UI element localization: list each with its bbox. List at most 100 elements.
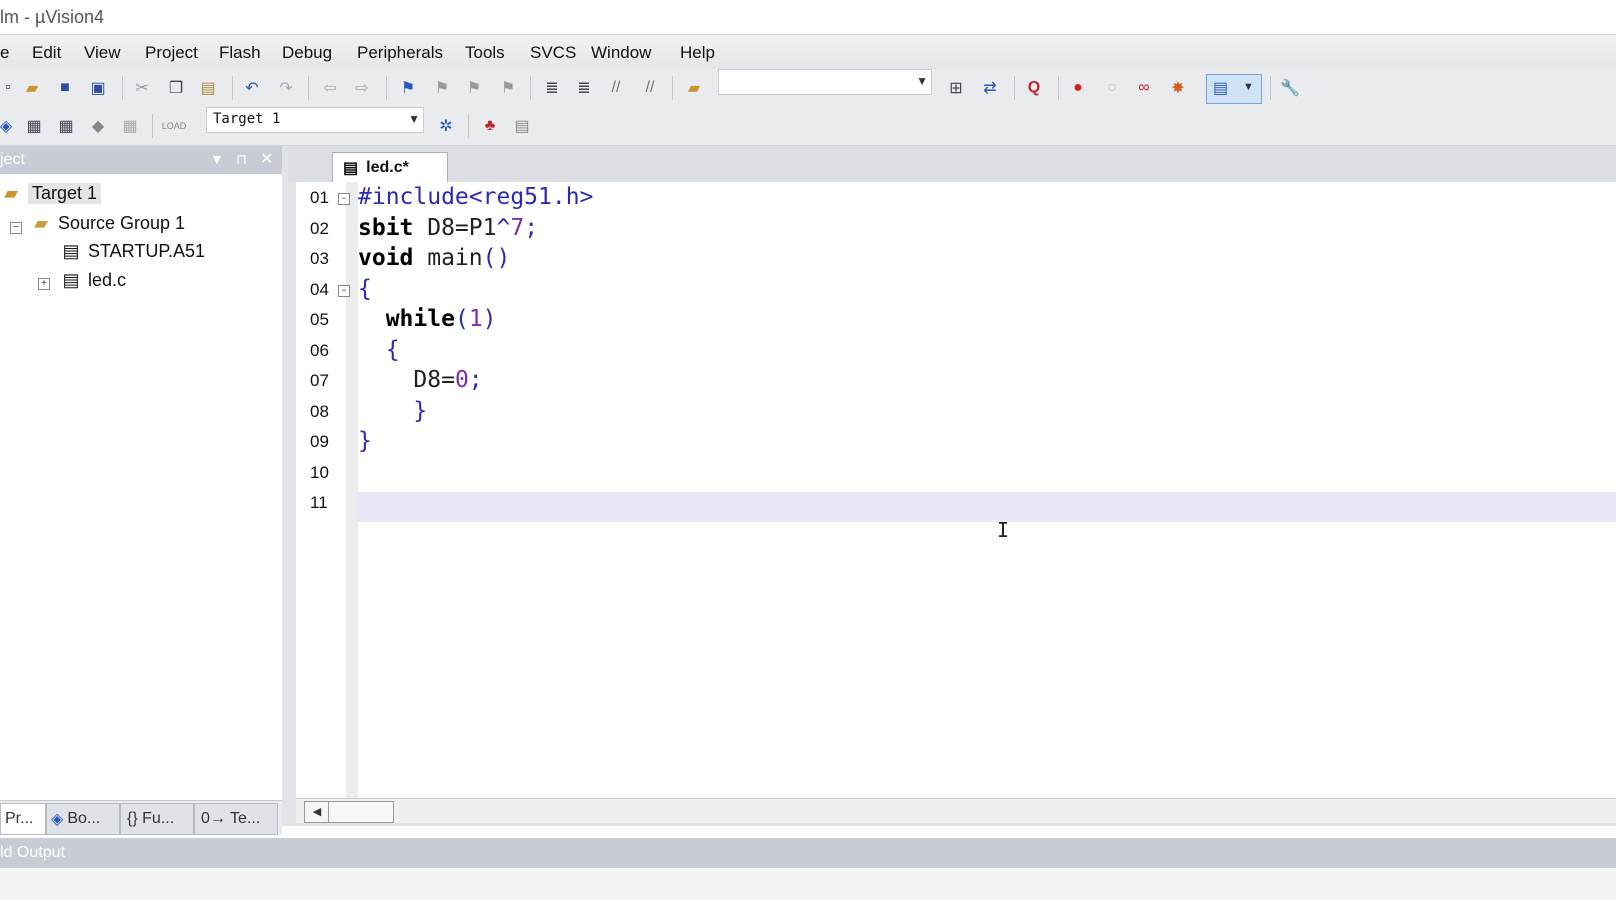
line-number: 03 [310, 249, 329, 268]
build-toolbar: ◈ ▦ ▦ ◆ ▦ LOAD Target 1 ▼ ✲ ♣ ▤ [0, 107, 1616, 146]
indent-icon[interactable]: ≣ [540, 76, 564, 100]
tree-item-group[interactable]: ▰ Source Group 1 [30, 210, 185, 236]
editor-tab-label: led.c* [366, 159, 409, 176]
tab-books[interactable]: ◈ Bo... [46, 803, 120, 835]
code-token: } [358, 428, 372, 454]
toolbar-separator [1058, 76, 1059, 100]
unindent-icon[interactable]: ≣ [572, 76, 596, 100]
nav-back-icon[interactable]: ⇦ [318, 76, 342, 100]
menu-view[interactable]: View [84, 43, 121, 63]
file-icon: ▤ [62, 269, 80, 290]
bookmark-toggle-icon[interactable]: ⚑ [396, 76, 420, 100]
tab-functions[interactable]: {} Fu... [120, 803, 194, 835]
editor-tabstrip: ▤ led.c* [288, 146, 1616, 183]
copy-icon[interactable]: ❐ [164, 76, 188, 100]
find-replace-icon[interactable]: ⇄ [978, 76, 1002, 100]
build-icon[interactable]: ▦ [22, 114, 46, 138]
save-icon[interactable]: ■ [53, 76, 77, 100]
text-cursor-icon: I [997, 518, 1010, 542]
batch-build-icon[interactable]: ◆ [86, 114, 110, 138]
bookmark-clear-icon[interactable]: ⚑ [496, 76, 520, 100]
translate-icon[interactable]: ◈ [0, 114, 18, 138]
redo-icon[interactable]: ↷ [274, 76, 298, 100]
menu-debug[interactable]: Debug [282, 43, 332, 63]
pin-icon[interactable]: ⊓ [236, 151, 247, 168]
code-line[interactable]: void main() [358, 245, 510, 271]
menu-edit[interactable]: Edit [32, 43, 61, 63]
code-line[interactable]: { [358, 337, 400, 363]
code-line[interactable]: while(1) [358, 306, 497, 332]
scroll-thumb[interactable] [328, 801, 394, 823]
rebuild-icon[interactable]: ▦ [54, 114, 78, 138]
menu-tools[interactable]: Tools [465, 43, 505, 63]
scroll-left-icon[interactable]: ◀ [304, 801, 330, 823]
line-number: 05 [310, 310, 329, 329]
build-output-panel: ld Output [0, 838, 1616, 900]
breakpoint-insert-icon[interactable]: ● [1066, 76, 1090, 100]
tree-item-file[interactable]: ▤ led.c [60, 267, 126, 293]
menu-flash[interactable]: Flash [219, 43, 261, 63]
folder-icon: ▰ [34, 212, 48, 233]
find-combo[interactable]: ▼ [718, 69, 932, 95]
code-line[interactable]: } [358, 428, 372, 454]
stop-build-icon[interactable]: ▦ [118, 114, 142, 138]
dropdown-icon[interactable]: ▼ [210, 151, 224, 167]
code-editor[interactable]: 01 02 03 04 05 06 07 08 09 10 11 − − #in… [296, 182, 1616, 823]
file-icon: ▤ [62, 240, 80, 261]
breakpoint-disable-icon[interactable]: ○ [1100, 76, 1124, 100]
code-token: #include<reg51.h> [358, 184, 594, 210]
paste-icon[interactable]: ▤ [196, 76, 220, 100]
find-in-files-icon[interactable]: ▰ [682, 76, 706, 100]
code-line[interactable]: { [358, 276, 372, 302]
target-select[interactable]: Target 1 ▼ [206, 107, 424, 133]
tab-led-c[interactable]: ▤ led.c* [332, 152, 448, 183]
code-token: } [358, 398, 428, 424]
code-token: main [413, 245, 483, 271]
target-options-icon[interactable]: ✲ [434, 114, 458, 138]
close-icon[interactable]: ✕ [260, 149, 273, 169]
incremental-find-icon[interactable]: ⊞ [944, 76, 968, 100]
download-icon[interactable]: LOAD [162, 114, 187, 138]
bookmark-prev-icon[interactable]: ⚑ [430, 76, 454, 100]
code-token: ; [468, 367, 483, 393]
nav-forward-icon[interactable]: ⇨ [350, 76, 374, 100]
undo-icon[interactable]: ↶ [240, 76, 264, 100]
bookmark-next-icon[interactable]: ⚑ [462, 76, 486, 100]
tree-item-file[interactable]: ▤ STARTUP.A51 [60, 238, 205, 264]
line-number: 07 [310, 371, 329, 390]
select-packs-icon[interactable]: ▤ [510, 114, 534, 138]
window-layout-button[interactable]: ▤ ▼ [1206, 74, 1262, 104]
open-folder-icon[interactable]: ▰ [20, 76, 44, 100]
collapse-icon[interactable]: − [10, 222, 22, 234]
menu-help[interactable]: Help [680, 43, 715, 63]
tab-templates[interactable]: 0→ Te... [194, 803, 278, 835]
expand-icon[interactable]: + [38, 278, 50, 290]
new-file-icon[interactable]: ▫ [0, 76, 20, 100]
breakpoint-kill-all-icon[interactable]: ✸ [1166, 76, 1190, 100]
tree-item-target[interactable]: ▰ Target 1 [0, 180, 102, 206]
code-line[interactable]: #include<reg51.h> [358, 184, 593, 210]
menu-project[interactable]: Project [145, 43, 198, 63]
menu-peripherals[interactable]: Peripherals [357, 43, 443, 63]
comment-icon[interactable]: // [604, 76, 628, 100]
menu-window[interactable]: Window [591, 43, 651, 63]
code-line[interactable]: D8=0; [358, 367, 483, 393]
menu-svcs[interactable]: SVCS [530, 43, 576, 63]
manage-components-icon[interactable]: ♣ [478, 114, 502, 138]
horizontal-scrollbar[interactable]: ◀ [296, 798, 1616, 823]
cut-icon[interactable]: ✂ [130, 76, 154, 100]
build-output-header: ld Output [0, 838, 1616, 868]
fold-collapse-icon[interactable]: − [338, 193, 350, 205]
toolbar-separator [1270, 76, 1271, 100]
tab-project[interactable]: Pr... [0, 803, 46, 835]
uncomment-icon[interactable]: // [638, 76, 662, 100]
debug-session-icon[interactable]: Q [1022, 76, 1046, 100]
code-line[interactable]: sbit D8=P1^7; [358, 215, 538, 241]
code-line[interactable]: } [358, 398, 427, 424]
breakpoint-disable-all-icon[interactable]: ∞ [1132, 76, 1156, 100]
fold-collapse-icon[interactable]: − [338, 285, 350, 297]
configure-icon[interactable]: 🔧 [1278, 76, 1302, 100]
save-all-icon[interactable]: ▣ [86, 76, 110, 100]
menu-file[interactable]: e [0, 43, 9, 63]
target-folder-icon: ▰ [4, 182, 18, 203]
